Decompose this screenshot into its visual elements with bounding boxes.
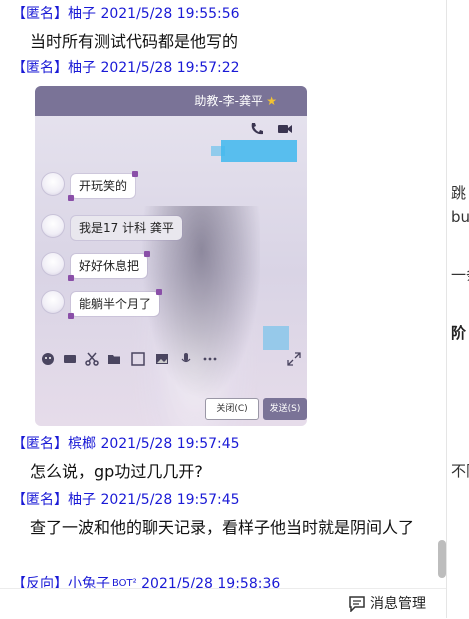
mic-icon <box>181 353 191 363</box>
chat-log: 【匿名】柚子 2021/5/28 19:55:56 当时所有测试代码都是他写的 … <box>0 0 446 588</box>
sender-name[interactable]: 柚子 <box>68 60 96 76</box>
chat-bubble: 开玩笑的 <box>68 171 139 201</box>
message-manager-button[interactable]: 消息管理 <box>348 592 426 616</box>
anon-tag: 【匿名】 <box>12 6 68 22</box>
image-input-toolbar <box>35 348 307 370</box>
scissors-icon <box>85 352 99 366</box>
avatar <box>41 252 65 276</box>
scrollbar-thumb[interactable] <box>438 540 446 578</box>
sender-name[interactable]: 小兔子 <box>68 576 110 588</box>
message-text: 查了一波和他的聊天记录，看样子他当时就是阴间人了 <box>30 518 415 537</box>
avatar <box>41 290 65 314</box>
redacted-area <box>221 140 297 162</box>
timestamp: 2021/5/28 19:57:45 <box>100 492 240 508</box>
close-button: 关闭(C) <box>205 398 259 420</box>
avatar <box>41 214 65 238</box>
message-text: 当时所有测试代码都是他写的 <box>30 32 239 51</box>
timestamp: 2021/5/28 19:58:36 <box>141 576 281 588</box>
image-icon <box>156 354 168 364</box>
redacted-area <box>211 146 225 156</box>
scrollbar-track[interactable] <box>436 0 446 588</box>
bot-badge: BOT² <box>112 578 137 588</box>
chat-bubble: 能躺半个月了 <box>68 289 163 319</box>
more-icon <box>203 357 217 361</box>
image-window-titlebar: 助教-李-龚平 ★ <box>35 86 307 116</box>
expand-icon <box>287 352 301 366</box>
timestamp: 2021/5/28 19:57:45 <box>100 436 240 452</box>
bottom-bar: 消息管理 <box>0 588 446 619</box>
adjacent-pane: 跳 bu 一条 阶 不同 <box>446 0 469 618</box>
anon-tag: 【匿名】 <box>12 492 68 508</box>
folder-icon <box>108 355 120 364</box>
avatar <box>41 172 65 196</box>
star-icon: ★ <box>266 94 277 108</box>
image-input-area: 关闭(C) 发送(S) <box>35 372 307 426</box>
image-window-title: 助教-李-龚平 <box>194 94 263 108</box>
timestamp: 2021/5/28 19:57:22 <box>100 60 240 76</box>
clipped-heading: 阶 <box>451 324 467 342</box>
phone-icon <box>251 123 263 135</box>
redacted-area <box>263 326 289 350</box>
message-manager-icon <box>349 596 365 612</box>
gif-icon <box>64 355 76 363</box>
emoji-icon <box>42 353 54 365</box>
clipped-text: 不同 <box>451 462 469 480</box>
screenshot-icon <box>131 352 145 366</box>
clipped-text: 跳 <box>451 184 467 202</box>
message-header: 【反向】小兔子 BOT² 2021/5/28 19:58:36 <box>12 574 280 588</box>
message-header: 【匿名】槟榔 2021/5/28 19:57:45 <box>12 434 240 454</box>
chat-bubble: 我是17 计科 龚平 <box>71 216 182 240</box>
message-header: 【匿名】柚子 2021/5/28 19:57:22 <box>12 58 240 78</box>
clipped-text: bu <box>451 208 469 226</box>
anon-tag: 【反向】 <box>12 576 68 588</box>
anon-tag: 【匿名】 <box>12 436 68 452</box>
timestamp: 2021/5/28 19:55:56 <box>100 6 240 22</box>
chat-bubble: 好好休息把 <box>68 251 151 281</box>
sender-name[interactable]: 柚子 <box>68 6 96 22</box>
clipped-text: 一条 <box>451 266 469 284</box>
sender-name[interactable]: 槟榔 <box>68 436 96 452</box>
anon-tag: 【匿名】 <box>12 60 68 76</box>
sender-name[interactable]: 柚子 <box>68 492 96 508</box>
message-image[interactable]: 助教-李-龚平 ★ 开玩笑的 我是17 计科 龚平 好好休息把 能躺半个月了 关… <box>35 86 307 426</box>
message-header: 【匿名】柚子 2021/5/28 19:55:56 <box>12 4 240 24</box>
send-button: 发送(S) <box>263 398 307 420</box>
video-call-icon <box>278 125 292 133</box>
message-header: 【匿名】柚子 2021/5/28 19:57:45 <box>12 490 240 510</box>
message-manager-label: 消息管理 <box>370 596 426 612</box>
message-text: 怎么说，gp功过几几开? <box>30 462 203 481</box>
